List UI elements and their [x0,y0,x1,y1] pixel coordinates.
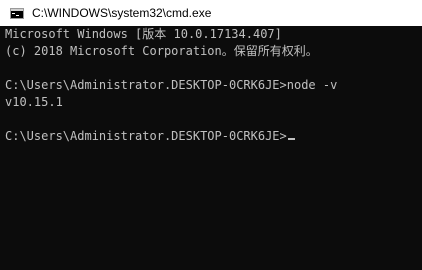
console-line: v10.15.1 [5,95,63,109]
cmd-icon [10,7,24,19]
cmd-window: C:\WINDOWS\system32\cmd.exe Microsoft Wi… [0,0,422,270]
prompt-text: C:\Users\Administrator.DESKTOP-0CRK6JE> [5,129,287,143]
text-cursor [287,138,295,140]
window-title: C:\WINDOWS\system32\cmd.exe [32,6,212,20]
console-output[interactable]: Microsoft Windows [版本 10.0.17134.407] (c… [0,26,422,270]
prompt-line[interactable]: C:\Users\Administrator.DESKTOP-0CRK6JE> [5,128,295,145]
console-line: C:\Users\Administrator.DESKTOP-0CRK6JE>n… [5,78,338,92]
console-line: (c) 2018 Microsoft Corporation。保留所有权利。 [5,44,318,58]
title-bar[interactable]: C:\WINDOWS\system32\cmd.exe [0,0,422,26]
console-line: Microsoft Windows [版本 10.0.17134.407] [5,27,282,41]
